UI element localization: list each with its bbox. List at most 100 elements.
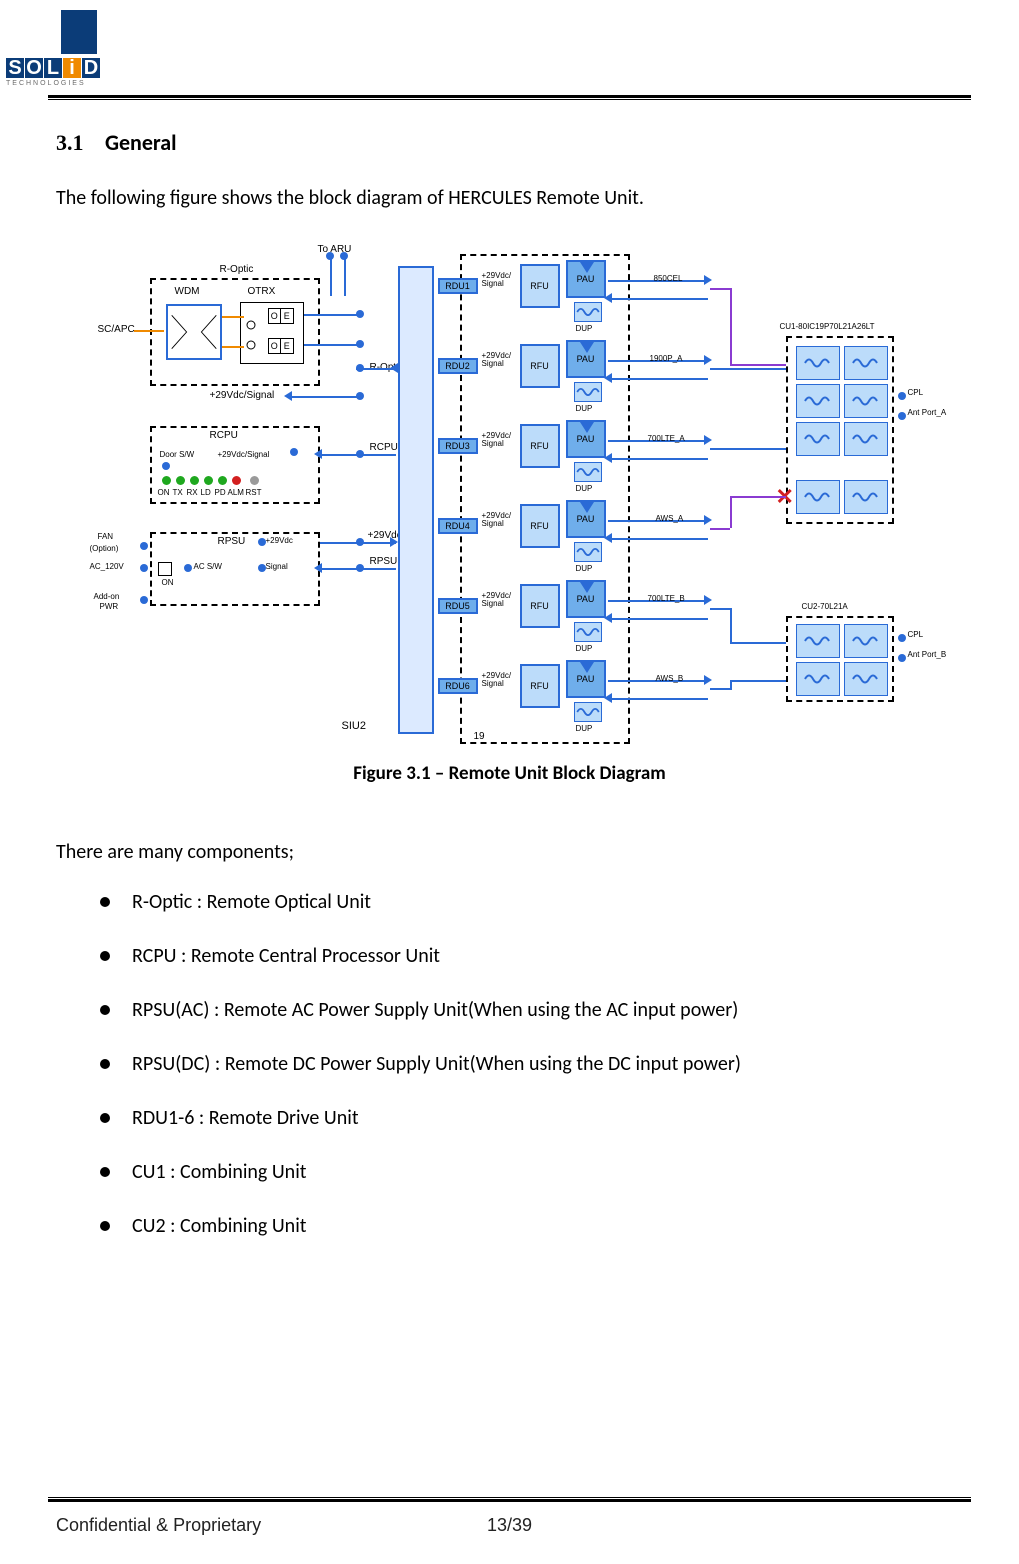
cu-filter-icon (844, 480, 888, 514)
logo-letter: O (25, 58, 43, 78)
r-optic-label: R-Optic (220, 264, 254, 275)
cu-filter-icon (796, 422, 840, 456)
cu-filter-icon (796, 480, 840, 514)
intro-paragraph: The following figure shows the block dia… (56, 185, 963, 212)
rpsu-signal-label: Signal (266, 562, 288, 571)
led-label: PD (215, 488, 226, 497)
option-label: (Option) (90, 544, 119, 553)
band-label: 700LTE_A (648, 434, 685, 443)
list-item: RDU1-6 : Remote Drive Unit (56, 1106, 963, 1130)
otrx-label: OTRX (248, 286, 276, 297)
cu2-ant-label: Ant Port_B (908, 650, 947, 659)
dup-filter-icon (574, 622, 602, 642)
dup-filter-icon (574, 702, 602, 722)
lens-icon (246, 340, 256, 350)
dup-label: DUP (576, 324, 593, 333)
rdu-signal-label: +29Vdc/ Signal (482, 592, 518, 608)
logo-letter: D (82, 58, 100, 78)
rpsu-title: RPSU (218, 536, 246, 547)
rpsu-right-label: RPSU (370, 556, 398, 567)
wdm-label: WDM (175, 286, 200, 297)
rcpu-title: RCPU (210, 430, 238, 441)
logo-letter: i (63, 58, 81, 78)
oe-converter: OE (268, 308, 294, 324)
cu-filter-icon (844, 346, 888, 380)
list-item: CU1 : Combining Unit (56, 1160, 963, 1184)
dup-filter-icon (574, 542, 602, 562)
cu2-title: CU2-70L21A (802, 602, 848, 611)
dup-filter-icon (574, 462, 602, 482)
on-label: ON (162, 578, 174, 587)
logo-letter: L (44, 58, 62, 78)
list-item: RPSU(DC) : Remote DC Power Supply Unit(W… (56, 1052, 963, 1076)
list-item: CU2 : Combining Unit (56, 1214, 963, 1238)
rfu-block: RFU (520, 584, 560, 628)
list-item: R-Optic : Remote Optical Unit (56, 890, 963, 914)
dup-label: DUP (576, 724, 593, 733)
led-label: LD (201, 488, 211, 497)
rfu-block: RFU (520, 664, 560, 708)
rcpu-signal-label: +29Vdc/Signal (218, 450, 270, 459)
amp-icon (580, 422, 594, 433)
ac120-label: AC_120V (90, 562, 124, 571)
rdu-block: RDU2 (438, 358, 478, 374)
list-item: RPSU(AC) : Remote AC Power Supply Unit(W… (56, 998, 963, 1022)
acsw-label: AC S/W (194, 562, 222, 571)
section-heading: 3.1 General (56, 128, 963, 157)
cu2-cpl-label: CPL (908, 630, 924, 639)
rfu-block: RFU (520, 344, 560, 388)
led-label: RX (187, 488, 198, 497)
block-diagram: R-Optic WDM OTRX SC/APC OE OE (90, 236, 930, 746)
addon-label: Add-on (94, 592, 120, 601)
logo-subtitle: TECHNOLOGIES (6, 80, 86, 87)
amp-icon (580, 262, 594, 273)
header-rule (48, 95, 971, 100)
siu-label: SIU2 (342, 720, 366, 732)
dup-label: DUP (576, 644, 593, 653)
scapc-label: SC/APC (98, 324, 135, 335)
cu-filter-icon (796, 346, 840, 380)
cu-filter-icon (844, 624, 888, 658)
rdu-block: RDU3 (438, 438, 478, 454)
amp-icon (580, 342, 594, 353)
dup-filter-icon (574, 382, 602, 402)
dup-filter-icon (574, 302, 602, 322)
lens-icon (246, 320, 256, 330)
cu-filter-icon (796, 662, 840, 696)
band-label: AWS_A (656, 514, 684, 523)
cu1-ant-label: Ant Port_A (908, 408, 947, 417)
rdu-block: RDU6 (438, 678, 478, 694)
band-label: 1900P_A (650, 354, 683, 363)
rdu-signal-label: +29Vdc/ Signal (482, 352, 518, 368)
siu-block (398, 266, 434, 734)
num19-label: 19 (474, 731, 485, 742)
rfu-block: RFU (520, 504, 560, 548)
band-label: 850CEL (654, 274, 683, 283)
rdu-block: RDU1 (438, 278, 478, 294)
pwr-label: PWR (100, 602, 119, 611)
cu-filter-icon (844, 662, 888, 696)
band-label: 700LTE_B (648, 594, 685, 603)
rdu-block: RDU4 (438, 518, 478, 534)
rdu-signal-label: +29Vdc/ Signal (482, 672, 518, 688)
p29-label: +29Vdc (266, 536, 293, 545)
signal-label: +29Vdc/Signal (210, 390, 275, 401)
rfu-block: RFU (520, 264, 560, 308)
on-switch-icon (158, 562, 172, 576)
cu-filter-icon (796, 384, 840, 418)
section-number: 3.1 (56, 130, 84, 155)
cu-filter-icon (844, 422, 888, 456)
components-intro: There are many components; (56, 839, 963, 866)
logo: S O L i D TECHNOLOGIES (6, 10, 101, 80)
oe-converter: OE (268, 338, 294, 354)
figure-caption: Figure 3.1 – Remote Unit Block Diagram (56, 762, 963, 785)
rdu-signal-label: +29Vdc/ Signal (482, 432, 518, 448)
footer-page: 13/39 (56, 1515, 963, 1536)
cu1-title: CU1-80IC19P70L21A26LT (780, 322, 875, 331)
rfu-block: RFU (520, 424, 560, 468)
dup-label: DUP (576, 564, 593, 573)
list-item: RCPU : Remote Central Processor Unit (56, 944, 963, 968)
led-label: RST (246, 488, 262, 497)
band-label: AWS_B (656, 674, 684, 683)
dup-label: DUP (576, 404, 593, 413)
